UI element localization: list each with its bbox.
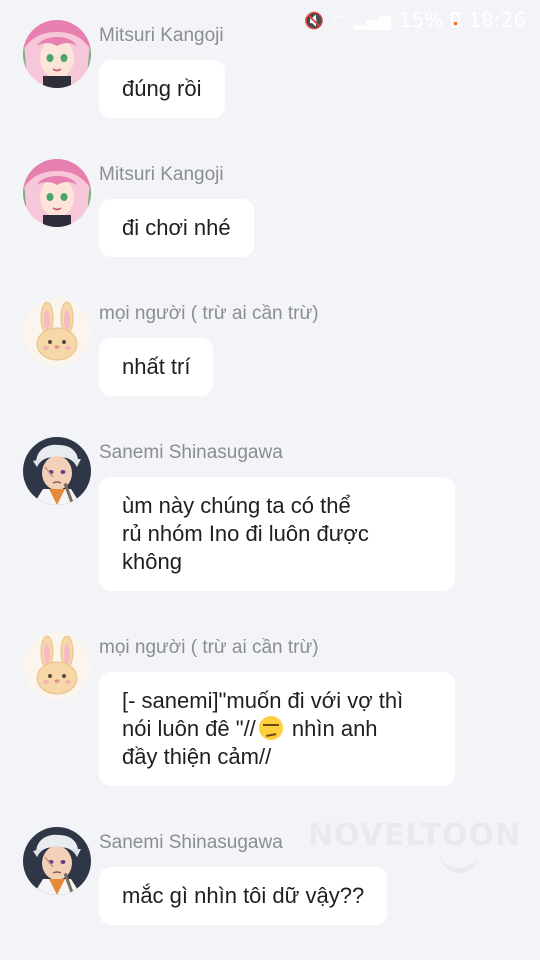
noveltoon-watermark: NOVELTOON: [308, 818, 522, 853]
sender-name: mọi người ( trừ ai cần trừ): [99, 303, 319, 324]
mitsuri-avatar[interactable]: [23, 20, 91, 88]
bunny-avatar[interactable]: [23, 298, 91, 366]
message-bubble[interactable]: nhất trí: [99, 338, 214, 396]
bunny-avatar[interactable]: [23, 632, 91, 700]
sender-name: mọi người ( trừ ai cần trừ): [99, 637, 319, 658]
status-time: 18:26: [468, 8, 526, 32]
sender-name: Mitsuri Kangoji: [99, 25, 224, 46]
wifi-icon: ◠: [332, 10, 346, 30]
message-bubble[interactable]: đi chơi nhé: [99, 199, 254, 257]
sanemi-avatar[interactable]: [23, 437, 91, 505]
message-bubble[interactable]: [- sanemi]"muốn đi với vợ thì nói luôn đ…: [99, 672, 455, 786]
mitsuri-avatar[interactable]: [23, 159, 91, 227]
battery-icon: [451, 12, 461, 28]
message-bubble[interactable]: ùm này chúng ta có thể rủ nhóm Ino đi lu…: [99, 477, 455, 591]
battery-percentage: 15%: [398, 8, 444, 32]
message-bubble[interactable]: đúng rồi: [99, 60, 225, 118]
watermark-smile-icon: [440, 852, 478, 873]
smirk-emoji-icon: [258, 716, 283, 740]
message-bubble[interactable]: mắc gì nhìn tôi dữ vậy??: [99, 867, 388, 925]
sender-name: Mitsuri Kangoji: [99, 164, 224, 185]
mute-icon: 🔇: [304, 10, 325, 30]
signal-icon: ▂▄▆: [353, 10, 391, 30]
sanemi-avatar[interactable]: [23, 827, 91, 895]
sender-name: Sanemi Shinasugawa: [99, 832, 283, 853]
sender-name: Sanemi Shinasugawa: [99, 442, 283, 463]
